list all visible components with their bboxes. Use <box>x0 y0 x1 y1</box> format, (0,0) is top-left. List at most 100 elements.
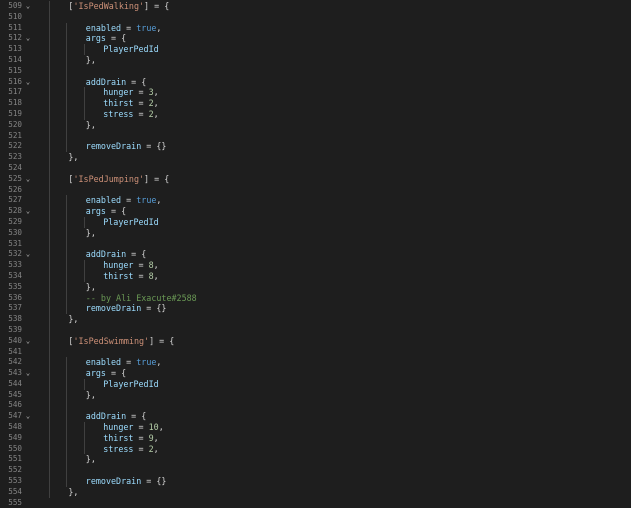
code-token: }, <box>68 486 79 497</box>
code-token: enabled <box>85 22 122 33</box>
code-line[interactable]: 545}, <box>0 389 631 401</box>
line-number: 550 <box>8 443 22 453</box>
fold-chevron-icon[interactable]: ⌄ <box>24 174 32 185</box>
code-line[interactable]: 514}, <box>0 54 631 66</box>
code-line[interactable]: 529 PlayerPedId <box>0 216 631 228</box>
code-line[interactable]: 540 ⌄ ['IsPedSwimming'] = { <box>0 335 631 347</box>
code-line[interactable]: 522 removeDrain = {} <box>0 141 631 153</box>
code-line[interactable]: 551}, <box>0 454 631 466</box>
code-text: }, <box>86 454 96 465</box>
code-text: enabled = true, <box>86 23 162 34</box>
code-line[interactable]: 524 <box>0 162 631 174</box>
code-line[interactable]: 539 <box>0 324 631 336</box>
indent-guide <box>49 368 50 379</box>
code-line[interactable]: 532 ⌄ addDrain = { <box>0 249 631 261</box>
indent-guide <box>66 87 68 99</box>
code-text: -- by Ali Exacute#2588 <box>86 293 197 304</box>
code-line[interactable]: 511 enabled = true, <box>0 22 631 34</box>
code-line[interactable]: 543 ⌄ args = { <box>0 368 631 379</box>
code-line[interactable]: 553 removeDrain = {} <box>0 476 631 487</box>
code-line[interactable]: 516 ⌄ addDrain = { <box>0 76 631 88</box>
indent-guide <box>66 411 68 423</box>
indent-guide <box>66 206 68 217</box>
fold-chevron-icon[interactable]: ⌄ <box>24 368 32 379</box>
fold-chevron-icon[interactable]: ⌄ <box>24 77 32 88</box>
code-line[interactable]: 550 stress = 2, <box>0 443 631 455</box>
line-number: 522 <box>8 141 22 151</box>
code-line[interactable]: 512 ⌄ args = { <box>0 33 631 45</box>
code-line[interactable]: 531 <box>0 238 631 250</box>
code-token: }, <box>85 389 96 400</box>
code-line[interactable]: 533 hunger = 8, <box>0 260 631 271</box>
code-line[interactable]: 519 stress = 2, <box>0 108 631 120</box>
code-line[interactable]: 513 PlayerPedId <box>0 44 631 55</box>
code-token: }, <box>85 54 96 65</box>
code-token: = { <box>126 76 147 87</box>
line-number: 547 <box>8 411 22 421</box>
line-number: 527 <box>8 195 22 205</box>
code-text: }, <box>68 152 78 163</box>
fold-chevron-icon[interactable]: ⌄ <box>24 1 32 12</box>
line-number: 553 <box>8 476 22 486</box>
code-line[interactable]: 552 <box>0 465 631 477</box>
indent-guide <box>49 357 50 369</box>
indent-guide <box>49 162 50 174</box>
indent-guide <box>83 378 85 390</box>
code-line[interactable]: 546 <box>0 400 631 412</box>
fold-chevron-icon[interactable]: ⌄ <box>24 206 32 217</box>
line-number: 533 <box>8 260 22 270</box>
code-line[interactable]: 555 <box>0 498 631 508</box>
line-number: 521 <box>8 130 22 140</box>
line-number: 524 <box>8 162 22 172</box>
code-line[interactable]: 520}, <box>0 119 631 131</box>
line-number: 510 <box>8 11 22 21</box>
code-line[interactable]: 510 <box>0 11 631 23</box>
code-line[interactable]: 528 ⌄ args = { <box>0 206 631 217</box>
code-line[interactable]: 538}, <box>0 314 631 325</box>
indent-guide <box>49 378 50 390</box>
indent-guide <box>49 87 50 99</box>
code-line[interactable]: 544 PlayerPedId <box>0 378 631 390</box>
code-text: }, <box>86 390 96 401</box>
code-line[interactable]: 525 ⌄ ['IsPedJumping'] = { <box>0 173 631 185</box>
code-line[interactable]: 536 -- by Ali Exacute#2588 <box>0 292 631 304</box>
code-line[interactable]: 542 enabled = true, <box>0 357 631 369</box>
fold-chevron-icon[interactable]: ⌄ <box>24 249 32 260</box>
indent-guide <box>83 98 85 109</box>
code-line[interactable]: 541 <box>0 346 631 358</box>
indent-guide <box>83 108 85 120</box>
code-editor[interactable]: 509 ⌄ ['IsPedWalking'] = {510 511 enabled = … <box>0 1 631 507</box>
code-line[interactable]: 534 thirst = 8, <box>0 270 631 282</box>
indent-guide <box>66 22 68 34</box>
indent-guide <box>49 314 50 325</box>
code-line[interactable]: 515 <box>0 65 631 77</box>
code-token: }, <box>85 281 96 292</box>
code-text: addDrain = { <box>86 77 147 88</box>
code-line[interactable]: 535}, <box>0 281 631 293</box>
code-line[interactable]: 527 enabled = true, <box>0 195 631 207</box>
code-line[interactable]: 530}, <box>0 227 631 239</box>
code-token: removeDrain <box>85 141 142 152</box>
code-token: = { <box>105 33 127 44</box>
fold-chevron-icon[interactable]: ⌄ <box>24 336 32 347</box>
code-line[interactable]: 509 ⌄ ['IsPedWalking'] = { <box>0 1 631 12</box>
code-line[interactable]: 549 thirst = 9, <box>0 432 631 444</box>
code-text: addDrain = { <box>86 249 147 260</box>
code-line[interactable]: 518 thirst = 2, <box>0 98 631 109</box>
code-line[interactable]: 537 removeDrain = {} <box>0 303 631 315</box>
line-number: 520 <box>8 119 22 129</box>
code-line[interactable]: 547 ⌄ addDrain = { <box>0 411 631 423</box>
code-line[interactable]: 517 hunger = 3, <box>0 87 631 99</box>
fold-chevron-icon[interactable]: ⌄ <box>24 33 32 44</box>
code-text: thirst = 9, <box>103 433 159 444</box>
code-line[interactable]: 521 <box>0 130 631 142</box>
fold-chevron-icon[interactable]: ⌄ <box>24 411 32 422</box>
code-token: true <box>136 357 157 368</box>
code-token: , <box>153 270 159 281</box>
code-line[interactable]: 523}, <box>0 152 631 163</box>
code-line[interactable]: 554}, <box>0 486 631 498</box>
line-number: 538 <box>8 314 22 324</box>
code-token: = <box>133 432 149 443</box>
code-line[interactable]: 548 hunger = 10, <box>0 422 631 433</box>
code-line[interactable]: 526 <box>0 184 631 196</box>
